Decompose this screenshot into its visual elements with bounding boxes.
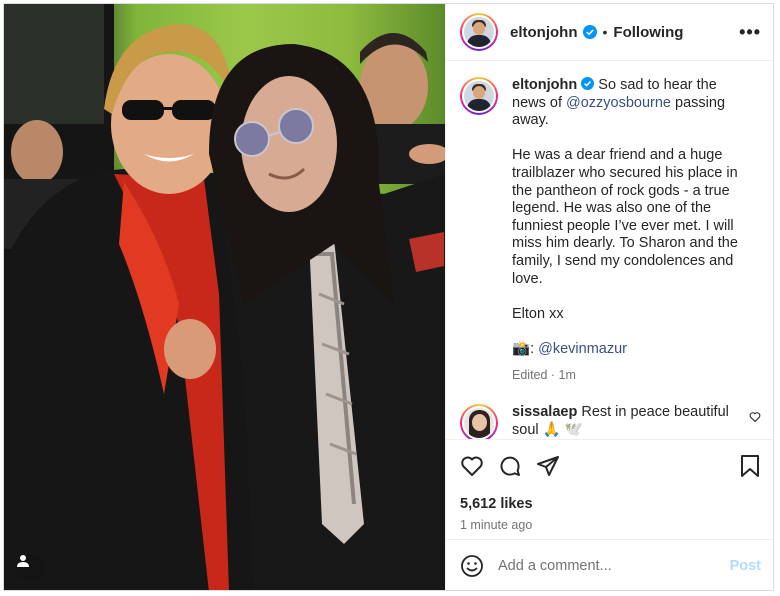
like-count[interactable]: 5,612 likes <box>460 496 761 512</box>
emoji-icon[interactable] <box>460 554 484 578</box>
commenter-username[interactable]: sissalaep <box>512 404 577 420</box>
post-side-panel: eltonjohn • Following ••• eltonjohn So s… <box>445 4 773 590</box>
post-actions: 5,612 likes 1 minute ago <box>446 439 773 539</box>
post-photo[interactable] <box>4 4 445 590</box>
share-icon[interactable] <box>536 454 560 478</box>
comment-item: sissalaep Rest in peace beautiful soul 🙏… <box>460 404 761 439</box>
heart-icon[interactable] <box>460 454 484 478</box>
following-button[interactable]: Following <box>613 24 683 41</box>
caption: eltonjohn So sad to hear the news of @oz… <box>460 77 761 384</box>
caption-paragraph: He was a dear friend and a huge trailbla… <box>512 147 738 287</box>
caption-author-avatar[interactable] <box>460 77 498 115</box>
mention-link[interactable]: @ozzyosbourne <box>566 95 671 111</box>
add-comment-bar: Post <box>446 539 773 590</box>
comment-body: sissalaep Rest in peace beautiful soul 🙏… <box>512 404 749 439</box>
user-tag-button[interactable] <box>16 554 44 582</box>
post-header: eltonjohn • Following ••• <box>446 4 773 61</box>
verified-icon <box>581 77 595 90</box>
caption-signoff: Elton xx <box>512 305 564 322</box>
author-avatar[interactable] <box>460 13 498 51</box>
caption-edited-time: Edited · 1m <box>512 367 576 382</box>
add-comment-input[interactable] <box>498 558 730 574</box>
author-username[interactable]: eltonjohn <box>510 24 578 41</box>
user-tag-icon <box>17 555 29 567</box>
photo-credit-link[interactable]: @kevinmazur <box>538 341 627 357</box>
more-icon[interactable]: ••• <box>739 22 761 43</box>
caption-body: eltonjohn So sad to hear the news of @oz… <box>512 77 748 384</box>
comment-like-icon[interactable] <box>749 410 761 439</box>
photo-illustration <box>4 4 445 590</box>
header-separator: • <box>602 24 608 40</box>
verified-icon <box>582 25 597 39</box>
photo-credit: 📸: @kevinmazur <box>512 341 748 359</box>
commenter-avatar[interactable] <box>460 404 498 439</box>
caption-username[interactable]: eltonjohn <box>512 77 577 93</box>
save-icon[interactable] <box>739 454 761 478</box>
post-comment-button[interactable]: Post <box>730 558 761 574</box>
comment-icon[interactable] <box>498 454 522 478</box>
credit-separator: : <box>530 340 539 357</box>
post-timestamp[interactable]: 1 minute ago <box>460 518 761 532</box>
camera-emoji: 📸 <box>512 340 531 357</box>
comments-section[interactable]: eltonjohn So sad to hear the news of @oz… <box>446 61 773 439</box>
post-dialog: eltonjohn • Following ••• eltonjohn So s… <box>3 3 774 591</box>
